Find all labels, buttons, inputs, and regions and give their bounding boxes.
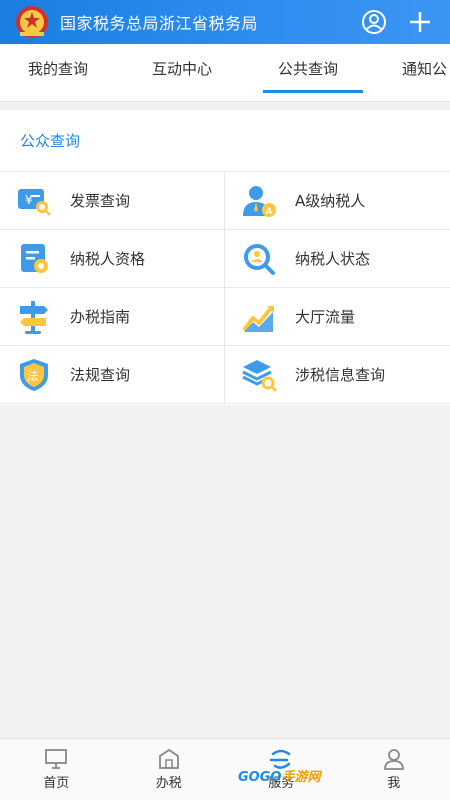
watermark-site: 手游网 [281,770,321,785]
tab-my-query[interactable]: 我的查询 [28,44,88,101]
layers-search-icon [242,359,277,391]
a-level-taxpayer-icon: A [243,185,276,217]
taxpayer-qualification-item[interactable]: 纳税人资格 [0,230,225,287]
app-title: 国家税务总局浙江省税务局 [60,14,259,33]
tax-info-query-item[interactable]: 涉税信息查询 [225,346,450,403]
taxpayer-status-item[interactable]: 纳税人状态 [225,230,450,287]
active-tab-indicator [263,90,363,93]
user-circle-icon [362,10,386,34]
law-shield-icon: 法 [20,358,48,391]
taxpayer-qualification-label: 纳税人资格 [70,250,146,268]
building-icon [158,748,179,769]
a-level-taxpayer-item[interactable]: A A级纳税人 [225,172,450,229]
section-title: 公众查询 [20,132,81,150]
nav-me[interactable]: 我 [338,739,450,800]
tab-public-query[interactable]: 公共查询 [278,44,338,101]
hall-traffic-label: 大厅流量 [295,308,356,326]
public-query-panel: 公众查询 ¥ 发票查询 A A级纳税人 纳税人资格 纳税人状态 办税指南 大厅流… [0,110,450,405]
nav-home[interactable]: 首页 [0,739,113,800]
tax-bureau-emblem-icon [16,6,48,38]
traffic-chart-icon [242,305,274,332]
hall-traffic-item[interactable]: 大厅流量 [225,288,450,345]
plus-icon [410,12,430,32]
nav-me-label: 我 [387,776,401,791]
taxpayer-status-icon [244,243,275,275]
tax-info-query-label: 涉税信息查询 [295,366,386,384]
svg-text:A: A [266,207,273,217]
bottom-nav: 首页 办税 服务 我 [0,738,450,800]
taxpayer-status-label: 纳税人状态 [295,250,371,268]
watermark-brand: GOGO [238,770,282,785]
tab-interaction-center[interactable]: 互动中心 [152,44,212,101]
tab-bar: 我的查询 互动中心 公共查询 通知公 [0,44,450,102]
watermark: GOGO手游网 [238,766,320,785]
monitor-icon [45,749,68,769]
nav-home-label: 首页 [43,776,70,791]
taxpayer-qualification-icon [21,243,48,273]
svg-text:法: 法 [27,369,39,383]
invoice-query-item[interactable]: ¥ 发票查询 [0,172,225,229]
a-level-taxpayer-label: A级纳税人 [295,192,366,210]
tax-guide-label: 办税指南 [70,308,131,326]
user-button[interactable] [358,6,390,38]
invoice-search-icon: ¥ [18,188,51,216]
nav-tax[interactable]: 办税 [113,739,226,800]
tax-guide-item[interactable]: 办税指南 [0,288,225,345]
person-icon [383,749,404,770]
query-grid: ¥ 发票查询 A A级纳税人 纳税人资格 纳税人状态 办税指南 大厅流量 法 法… [0,171,450,404]
law-query-label: 法规查询 [70,366,131,384]
add-button[interactable] [404,6,436,38]
app-header: 国家税务总局浙江省税务局 [0,0,450,44]
invoice-query-label: 发票查询 [70,192,131,210]
tab-notice[interactable]: 通知公 [402,44,447,101]
law-query-item[interactable]: 法 法规查询 [0,346,225,403]
nav-tax-label: 办税 [155,776,182,791]
signpost-icon [20,300,48,334]
